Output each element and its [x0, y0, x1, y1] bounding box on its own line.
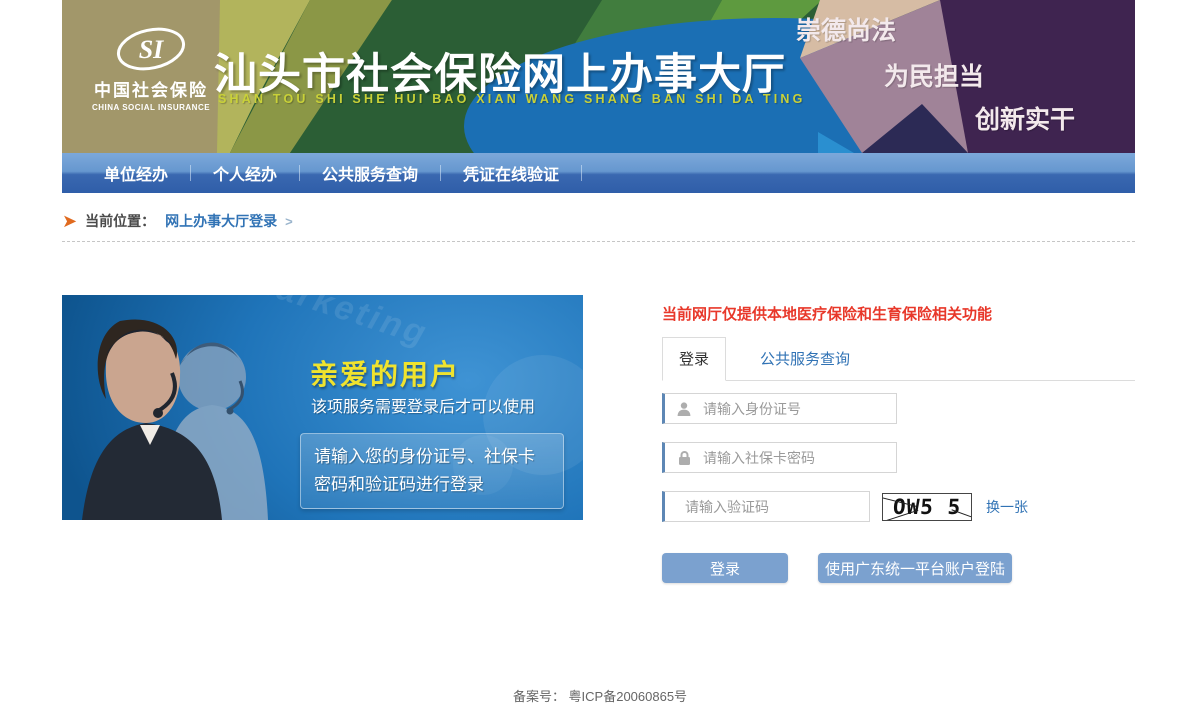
promo-tip-box: 请输入您的身份证号、社保卡密码和验证码进行登录	[300, 433, 564, 509]
nav-separator	[581, 165, 582, 181]
logo-chinese-name: 中国社会保险	[76, 76, 226, 101]
breadcrumb-arrow-icon: ➤	[62, 212, 77, 230]
breadcrumb: ➤ 当前位置： 网上办事大厅登录 >	[62, 201, 1135, 242]
captcha-input[interactable]	[665, 492, 872, 521]
captcha-field[interactable]	[662, 491, 870, 522]
user-icon	[665, 401, 703, 417]
captcha-row: OW5 5 换一张	[662, 491, 1135, 522]
breadcrumb-current-link[interactable]: 网上办事大厅登录	[165, 211, 277, 231]
nav-item-certificate-verify[interactable]: 凭证在线验证	[441, 161, 581, 185]
slogan-chongde-shangfa: 崇德尚法	[796, 11, 896, 47]
nav-item-personal-services[interactable]: 个人经办	[191, 161, 299, 185]
nav-item-unit-services[interactable]: 单位经办	[82, 161, 190, 185]
slogan-chuangxin-shigan: 创新实干	[975, 100, 1075, 136]
si-logo-icon: SI	[114, 26, 188, 72]
lock-icon	[665, 450, 703, 466]
password-field[interactable]	[662, 442, 897, 473]
guangdong-platform-login-button[interactable]: 使用广东统一平台账户登陆	[818, 553, 1012, 583]
nav-item-public-query[interactable]: 公共服务查询	[300, 161, 440, 185]
slogan-weimin-dandang: 为民担当	[884, 57, 984, 93]
footer-icp-record: 备案号： 粤ICP备20060865号	[0, 686, 1200, 705]
china-social-insurance-logo: SI 中国社会保险 CHINA SOCIAL INSURANCE	[76, 26, 226, 112]
tab-login[interactable]: 登录	[662, 337, 726, 381]
service-notice: 当前网厅仅提供本地医疗保险和生育保险相关功能	[662, 303, 1135, 324]
page: SI 中国社会保险 CHINA SOCIAL INSURANCE 汕头市社会保险…	[0, 0, 1200, 728]
id-number-field[interactable]	[662, 393, 897, 424]
login-panel: 当前网厅仅提供本地医疗保险和生育保险相关功能 登录 公共服务查询	[662, 295, 1135, 583]
refresh-captcha-link[interactable]: 换一张	[986, 497, 1028, 517]
password-input[interactable]	[703, 443, 896, 472]
login-promo-banner: marketing 亲爱的用户 该项服务需要登录后才可以使用	[62, 295, 583, 520]
tab-public-service-query[interactable]: 公共服务查询	[744, 338, 866, 380]
promo-heading: 亲爱的用户	[310, 353, 460, 393]
button-row: 登录 使用广东统一平台账户登陆	[662, 553, 1135, 583]
id-number-input[interactable]	[703, 394, 896, 423]
header-banner: SI 中国社会保险 CHINA SOCIAL INSURANCE 汕头市社会保险…	[62, 0, 1135, 153]
breadcrumb-prefix: 当前位置：	[85, 211, 155, 231]
login-button[interactable]: 登录	[662, 553, 788, 583]
logo-english-name: CHINA SOCIAL INSURANCE	[76, 103, 226, 112]
customer-service-agents-illustration	[62, 295, 312, 520]
login-tabs: 登录 公共服务查询	[662, 341, 1135, 381]
promo-subheading: 该项服务需要登录后才可以使用	[311, 393, 535, 417]
captcha-image[interactable]: OW5 5	[882, 493, 972, 521]
breadcrumb-chevron: >	[285, 214, 293, 229]
svg-text:SI: SI	[139, 35, 164, 64]
main-nav: 单位经办 个人经办 公共服务查询 凭证在线验证	[62, 153, 1135, 193]
site-title-pinyin: SHAN TOU SHI SHE HUI BAO XIAN WANG SHANG…	[218, 92, 806, 106]
